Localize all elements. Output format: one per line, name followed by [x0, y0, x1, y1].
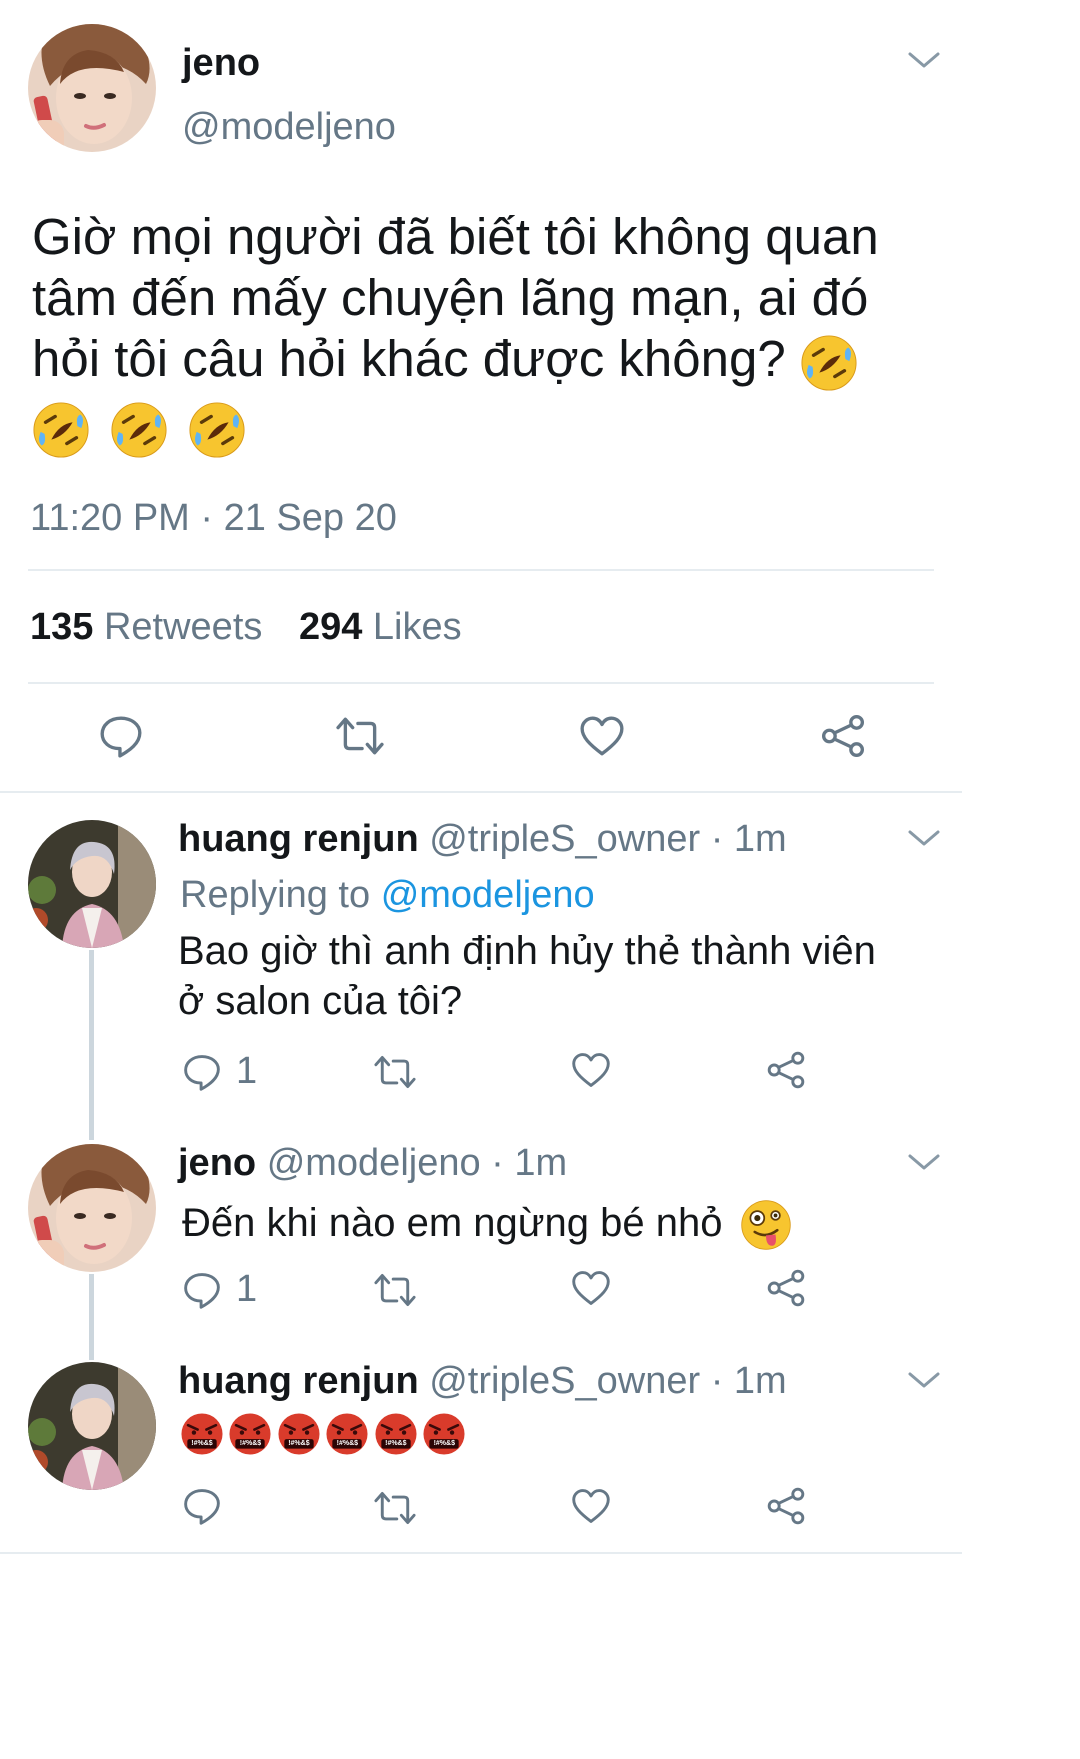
reply-header: huang renjun @tripleS_owner · 1m	[178, 1360, 787, 1403]
section-divider	[0, 1552, 962, 1554]
share-icon[interactable]	[766, 1268, 806, 1308]
tweet-stats: 135 Retweets 294 Likes	[30, 606, 462, 649]
face-with-symbols-on-mouth-emoji: !#%&$	[228, 1412, 273, 1456]
main-tweet-text: Giờ mọi người đã biết tôi không quan tâm…	[32, 206, 1052, 459]
rolling-on-floor-laughing-emoji	[188, 401, 247, 459]
retweets-count: 135	[30, 606, 94, 648]
reply-time[interactable]: · 1m	[711, 818, 787, 860]
share-icon[interactable]	[766, 1486, 806, 1526]
share-icon[interactable]	[820, 713, 866, 759]
chevron-down-icon[interactable]	[906, 1368, 942, 1392]
retweet-icon[interactable]	[334, 713, 386, 759]
replying-to-handle[interactable]: @modeljeno	[381, 874, 595, 916]
reply-author-name[interactable]: jeno	[178, 1142, 256, 1184]
tweet-text-line: Giờ mọi người đã biết tôi không quan	[32, 208, 879, 265]
like-heart-icon[interactable]	[578, 713, 626, 759]
reply-count: 1	[236, 1050, 258, 1092]
divider	[28, 569, 934, 571]
reply-author-name[interactable]: huang renjun	[178, 818, 419, 860]
divider	[28, 682, 934, 684]
angry-emoji-row: !#%&$ !#%&$ !#%&$ !#%&$ !#%&$ !#%&$	[180, 1412, 467, 1461]
tweet-text-line: tâm đến mấy chuyện lãng mạn, ai đó	[32, 269, 869, 326]
rolling-on-floor-laughing-emoji	[110, 401, 168, 459]
reply-author-avatar[interactable]	[28, 1362, 156, 1490]
tweet-text-line: hỏi tôi câu hỏi khác được không?	[32, 330, 786, 387]
main-author-name[interactable]: jeno	[182, 42, 260, 85]
face-with-symbols-on-mouth-emoji: !#%&$	[277, 1412, 321, 1456]
reply-header: huang renjun @tripleS_owner · 1m	[178, 818, 787, 861]
reply-author-avatar[interactable]	[28, 820, 156, 948]
reply-icon	[184, 1272, 220, 1309]
retweets-label: Retweets	[103, 606, 263, 648]
likes-count: 294	[298, 606, 363, 648]
face-with-symbols-on-mouth-emoji: !#%&$	[422, 1412, 467, 1456]
like-heart-icon[interactable]	[570, 1486, 612, 1526]
reply-author-handle[interactable]: @tripleS_owner	[429, 818, 700, 860]
reply-author-avatar[interactable]	[28, 1144, 156, 1272]
zany-face-emoji	[740, 1199, 792, 1252]
likes-stat[interactable]: 294 Likes	[299, 606, 462, 648]
replying-to-label: Replying to	[180, 874, 371, 916]
reply-time[interactable]: · 1m	[711, 1360, 787, 1402]
chevron-down-icon[interactable]	[906, 48, 942, 72]
reply-text: Đến khi nào em ngừng bé nhỏ	[182, 1196, 792, 1252]
chevron-down-icon[interactable]	[906, 1150, 942, 1174]
reply-count: 1	[236, 1268, 258, 1310]
face-with-symbols-on-mouth-emoji: !#%&$	[325, 1412, 370, 1456]
reply-time[interactable]: · 1m	[491, 1142, 567, 1184]
retweet-icon[interactable]	[372, 1488, 418, 1528]
reply-text-line: Bao giờ thì anh định hủy thẻ thành viên	[178, 929, 876, 973]
rolling-on-floor-laughing-emoji	[800, 333, 858, 392]
reply-button[interactable]: 1	[182, 1050, 257, 1093]
retweet-icon[interactable]	[372, 1052, 418, 1092]
reply-text-line: Đến khi nào em ngừng bé nhỏ	[182, 1201, 723, 1245]
reply-author-handle[interactable]: @modeljeno	[267, 1142, 481, 1184]
rolling-on-floor-laughing-emoji	[32, 401, 90, 459]
reply-icon	[184, 1054, 220, 1091]
reply-button[interactable]: 1	[182, 1268, 257, 1311]
reply-icon[interactable]	[98, 713, 144, 759]
main-author-avatar[interactable]	[28, 24, 156, 152]
thread-line	[89, 950, 94, 1140]
likes-label: Likes	[372, 606, 462, 648]
retweet-icon[interactable]	[372, 1270, 418, 1310]
reply-header: jeno @modeljeno · 1m	[178, 1142, 567, 1185]
face-with-symbols-on-mouth-emoji: !#%&$	[373, 1412, 418, 1456]
reply-text-line: ở salon của tôi?	[178, 979, 463, 1023]
reply-text: Bao giờ thì anh định hủy thẻ thành viên …	[178, 926, 876, 1026]
main-author-handle[interactable]: @modeljeno	[182, 106, 396, 149]
replying-to: Replying to @modeljeno	[180, 874, 595, 917]
chevron-down-icon[interactable]	[906, 826, 942, 850]
retweets-stat[interactable]: 135 Retweets	[30, 606, 262, 648]
tweet-timestamp[interactable]: 11:20 PM · 21 Sep 20	[30, 497, 397, 540]
share-icon[interactable]	[766, 1050, 806, 1090]
thread-line	[89, 1274, 94, 1360]
reply-author-handle[interactable]: @tripleS_owner	[429, 1360, 700, 1402]
reply-icon[interactable]	[182, 1486, 222, 1526]
reply-author-name[interactable]: huang renjun	[178, 1360, 419, 1402]
like-heart-icon[interactable]	[570, 1268, 612, 1308]
section-divider	[0, 791, 962, 793]
like-heart-icon[interactable]	[570, 1050, 612, 1090]
face-with-symbols-on-mouth-emoji: !#%&$	[180, 1412, 224, 1456]
